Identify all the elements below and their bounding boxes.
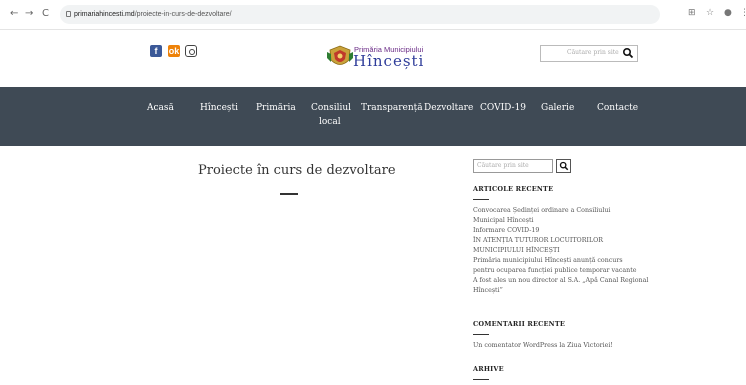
recent-comment-link[interactable]: Un comentator WordPress la Ziua Victorie… — [473, 341, 613, 351]
address-bar[interactable]: primariahincesti.md/proiecte-in-curs-de-… — [60, 5, 660, 24]
nav-item-primaria[interactable]: Primăria — [256, 103, 296, 113]
nav-item-contacte[interactable]: Contacte — [597, 103, 638, 113]
lock-icon — [66, 11, 71, 17]
address-host: primariahincesti.md — [74, 11, 135, 18]
sidebar-search-input[interactable]: Căutare prin site — [473, 159, 553, 173]
reload-icon[interactable]: C — [42, 8, 49, 19]
nav-item-dezvoltare[interactable]: Dezvoltare — [424, 103, 473, 113]
recent-posts-divider — [473, 199, 489, 201]
sidebar-search-placeholder: Căutare prin site — [477, 162, 529, 169]
recent-post-link[interactable]: A fost ales un nou director al S.A. „Apă… — [473, 276, 648, 286]
recent-post-link[interactable]: Hîncești” — [473, 286, 503, 296]
search-icon — [559, 161, 569, 171]
address-path: /proiecte-in-curs-de-dezvoltare/ — [134, 11, 232, 18]
odnoklassniki-icon[interactable]: ok — [168, 45, 180, 57]
recent-comments-heading: COMENTARII RECENTE — [473, 320, 566, 328]
nav-item-transparenta[interactable]: Transparență — [361, 103, 423, 113]
menu-icon[interactable]: ⋮ — [740, 8, 746, 18]
coat-of-arms-icon — [327, 45, 353, 65]
recent-comments-divider — [473, 334, 489, 336]
nav-item-consiliul-label: Consiliul — [311, 103, 352, 113]
page-title: Proiecte în curs de dezvoltare — [198, 163, 396, 178]
nav-item-local-label: local — [319, 117, 341, 127]
nav-item-hincesti[interactable]: Hîncești — [200, 103, 238, 113]
forward-icon[interactable]: → — [25, 8, 33, 19]
recent-post-link[interactable]: MUNICIPIULUI HÎNCEȘTI — [473, 246, 560, 256]
recent-post-link[interactable]: Informare COVID-19 — [473, 226, 539, 236]
main-navigation: Acasă Hîncești Primăria Consiliul local … — [0, 87, 746, 146]
star-icon[interactable]: ☆ — [706, 8, 714, 18]
nav-item-consiliul-local[interactable]: Consiliul local — [311, 101, 351, 129]
nav-item-acasa[interactable]: Acasă — [147, 103, 174, 113]
recent-posts-heading: ARTICOLE RECENTE — [473, 185, 554, 193]
browser-toolbar: ← → C primariahincesti.md/proiecte-in-cu… — [0, 0, 746, 30]
nav-item-covid[interactable]: COVID-19 — [480, 103, 526, 113]
archives-divider — [473, 379, 489, 381]
logo-title: Hîncești — [353, 52, 425, 70]
header-search-input[interactable]: Căutare prin site — [540, 45, 638, 62]
search-icon[interactable] — [622, 47, 634, 59]
recent-post-link[interactable]: Municipal Hîncești — [473, 216, 534, 226]
instagram-icon[interactable] — [185, 45, 197, 57]
nav-item-galerie[interactable]: Galerie — [541, 103, 574, 113]
recent-post-link[interactable]: pentru ocuparea funcției publice tempora… — [473, 266, 636, 276]
archives-heading: ARHIVE — [473, 365, 504, 373]
header-search-placeholder: Căutare prin site — [567, 49, 619, 56]
site-logo[interactable]: Primăria Municipiului Hîncești — [327, 44, 447, 72]
profile-icon[interactable]: ● — [724, 8, 732, 18]
recent-post-link[interactable]: Primăria municipiului Hîncești anunță co… — [473, 256, 623, 266]
recent-post-link[interactable]: ÎN ATENȚIA TUTUROR LOCUITORILOR — [473, 236, 603, 246]
translate-icon[interactable]: ⊞ — [688, 8, 696, 18]
title-divider — [280, 193, 298, 195]
sidebar-search-button[interactable] — [556, 159, 571, 173]
recent-post-link[interactable]: Convocarea Ședinței ordinare a Consiliul… — [473, 206, 610, 216]
site-header: f ok Primăria Municipiului Hîncești Căut… — [0, 30, 746, 87]
back-icon[interactable]: ← — [10, 8, 18, 19]
facebook-icon[interactable]: f — [150, 45, 162, 57]
